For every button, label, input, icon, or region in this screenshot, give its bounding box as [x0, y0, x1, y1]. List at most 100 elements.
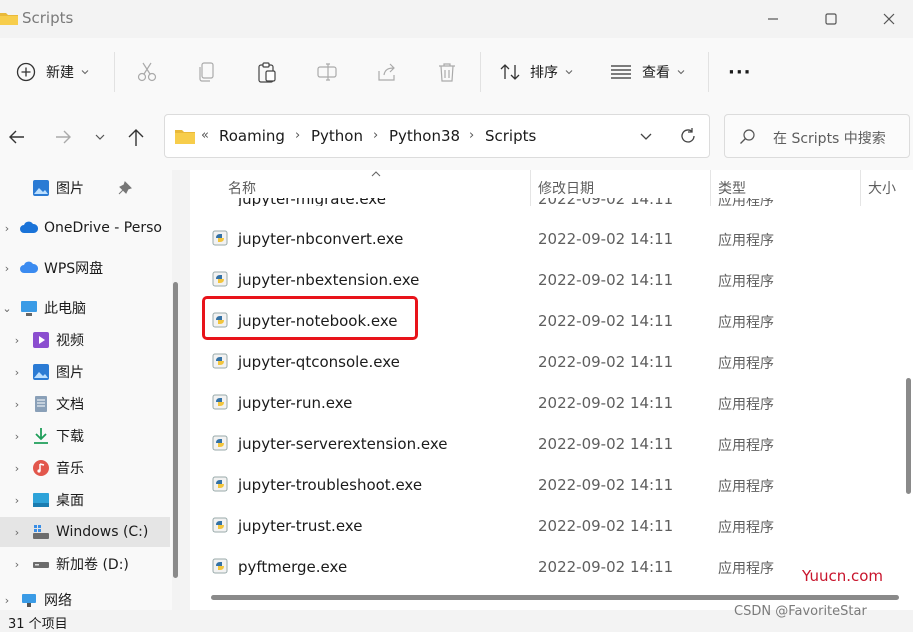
expand-chevron-icon[interactable]: › [10, 462, 24, 475]
table-row[interactable]: jupyter-nbconvert.exe 2022-09-02 14:11 应… [190, 219, 890, 260]
expand-chevron-icon[interactable]: › [10, 430, 24, 443]
collapse-chevron-icon[interactable]: ⌄ [0, 302, 14, 315]
file-type: 应用程序 [718, 274, 774, 290]
address-history-chevron-icon[interactable] [639, 131, 653, 143]
wps-cloud-icon [20, 261, 38, 273]
sidebar-item-label: 桌面 [56, 493, 84, 509]
sidebar-item-music[interactable]: › 音乐 [0, 453, 170, 483]
sidebar-item-documents[interactable]: › 文档 [0, 389, 170, 419]
expand-chevron-icon[interactable]: › [10, 526, 24, 539]
more-options-button[interactable]: ··· [728, 58, 752, 86]
table-row[interactable]: jupyter-troubleshoot.exe 2022-09-02 14:1… [190, 465, 890, 506]
expand-chevron-icon[interactable]: › [0, 262, 14, 275]
column-header-name[interactable]: 名称 [228, 178, 256, 198]
breadcrumb-roaming[interactable]: Roaming [219, 127, 285, 145]
sidebar-item-label: 视频 [56, 333, 84, 349]
expand-chevron-icon[interactable]: › [0, 222, 14, 235]
table-row[interactable]: jupyter-nbextension.exe 2022-09-02 14:11… [190, 260, 890, 301]
title-bar: Scripts [0, 0, 913, 38]
column-header-type[interactable]: 类型 [718, 178, 746, 198]
address-bar[interactable]: « Roaming › Python › Python38 › Scripts [164, 114, 710, 158]
sidebar-item-new-volume-d[interactable]: › 新加卷 (D:) [0, 549, 170, 579]
table-row[interactable]: jupyter-migrate.exe 2022-09-02 14:11 应用程… [190, 198, 890, 206]
folder-icon [0, 13, 18, 25]
file-date: 2022-09-02 14:11 [538, 476, 674, 494]
expand-chevron-icon[interactable]: › [10, 558, 24, 571]
sidebar-item-label: Windows (C:) [56, 524, 149, 540]
forward-arrow-icon[interactable] [54, 128, 72, 146]
sidebar-item-downloads[interactable]: › 下载 [0, 421, 170, 451]
refresh-icon[interactable] [679, 127, 697, 145]
breadcrumb-overflow[interactable]: « [201, 128, 209, 143]
content-vertical-scrollbar[interactable] [906, 378, 911, 494]
sidebar-item-wps[interactable]: › WPS网盘 [0, 253, 170, 283]
file-date: 2022-09-02 14:11 [538, 312, 674, 330]
sidebar-item-videos[interactable]: › 视频 [0, 325, 170, 355]
close-icon [883, 13, 895, 25]
breadcrumb-python38[interactable]: Python38 [389, 127, 460, 145]
expand-chevron-icon[interactable]: › [10, 334, 24, 347]
breadcrumb-scripts[interactable]: Scripts [485, 127, 536, 145]
file-date: 2022-09-02 14:11 [538, 353, 674, 371]
file-type: 应用程序 [718, 438, 774, 454]
sidebar-item-network[interactable]: › 网络 [0, 589, 170, 611]
search-box[interactable]: 在 Scripts 中搜索 [724, 114, 910, 158]
status-bar: 31 个项目 CSDN @FavoriteStar [0, 604, 913, 632]
sidebar-item-onedrive[interactable]: › OneDrive - Perso [0, 213, 170, 243]
view-button[interactable]: 查看 [610, 58, 686, 86]
copy-icon [199, 62, 214, 82]
python-exe-icon [212, 476, 228, 492]
column-header-size[interactable]: 大小 [868, 178, 896, 198]
content-horizontal-scrollbar[interactable] [211, 595, 899, 600]
view-list-icon [611, 65, 631, 79]
sidebar-item-pictures[interactable]: › 图片 [0, 357, 170, 387]
pin-icon[interactable] [118, 181, 132, 195]
paste-button[interactable] [256, 58, 278, 86]
file-type: 应用程序 [718, 233, 774, 249]
expand-chevron-icon[interactable]: › [0, 594, 14, 607]
table-row[interactable]: jupyter-qtconsole.exe 2022-09-02 14:11 应… [190, 342, 890, 383]
sidebar-item-this-pc[interactable]: ⌄ 此电脑 [0, 293, 170, 323]
expand-chevron-icon[interactable]: › [10, 398, 24, 411]
delete-button[interactable] [436, 58, 458, 86]
file-type: 应用程序 [718, 315, 774, 331]
share-button[interactable] [376, 58, 398, 86]
computer-icon [21, 301, 37, 316]
minimize-icon [768, 18, 778, 20]
file-name: jupyter-troubleshoot.exe [238, 476, 423, 494]
new-button[interactable]: 新建 [16, 58, 90, 86]
cloud-icon [20, 221, 38, 233]
expand-chevron-icon[interactable]: › [10, 494, 24, 507]
video-icon [33, 332, 49, 348]
sidebar-item-desktop[interactable]: › 桌面 [0, 485, 170, 515]
copy-button[interactable] [196, 58, 218, 86]
folder-icon [175, 130, 195, 144]
table-row[interactable]: jupyter-run.exe 2022-09-02 14:11 应用程序 [190, 383, 890, 424]
table-row[interactable]: jupyter-trust.exe 2022-09-02 14:11 应用程序 [190, 506, 890, 547]
file-type: 应用程序 [718, 520, 774, 536]
minimize-button[interactable] [750, 6, 796, 32]
command-bar: 新建 排序 查看 ··· [0, 38, 913, 105]
sort-button[interactable]: 排序 [500, 58, 574, 86]
sidebar-item-pictures-pinned[interactable]: 图片 [0, 173, 170, 203]
new-label: 新建 [46, 65, 74, 81]
sidebar-item-windows-c[interactable]: › Windows (C:) [0, 517, 170, 547]
maximize-button[interactable] [808, 6, 854, 32]
close-button[interactable] [866, 6, 912, 32]
breadcrumb-python[interactable]: Python [311, 127, 363, 145]
up-arrow-icon[interactable] [127, 127, 145, 147]
cut-button[interactable] [136, 58, 158, 86]
rename-button[interactable] [316, 58, 338, 86]
sidebar-item-label: 图片 [56, 181, 84, 197]
sidebar-scrollbar[interactable] [173, 282, 178, 578]
file-date: 2022-09-02 14:11 [538, 230, 674, 248]
back-arrow-icon[interactable] [8, 128, 26, 146]
column-header-date[interactable]: 修改日期 [538, 178, 594, 198]
recent-locations-chevron-icon[interactable] [94, 131, 106, 143]
download-icon [34, 428, 48, 444]
table-row[interactable]: pyftmerge.exe 2022-09-02 14:11 应用程序 [190, 547, 890, 588]
sidebar-item-label: 此电脑 [44, 301, 86, 317]
toolbar-divider [708, 52, 709, 92]
table-row[interactable]: jupyter-serverextension.exe 2022-09-02 1… [190, 424, 890, 465]
expand-chevron-icon[interactable]: › [10, 366, 24, 379]
